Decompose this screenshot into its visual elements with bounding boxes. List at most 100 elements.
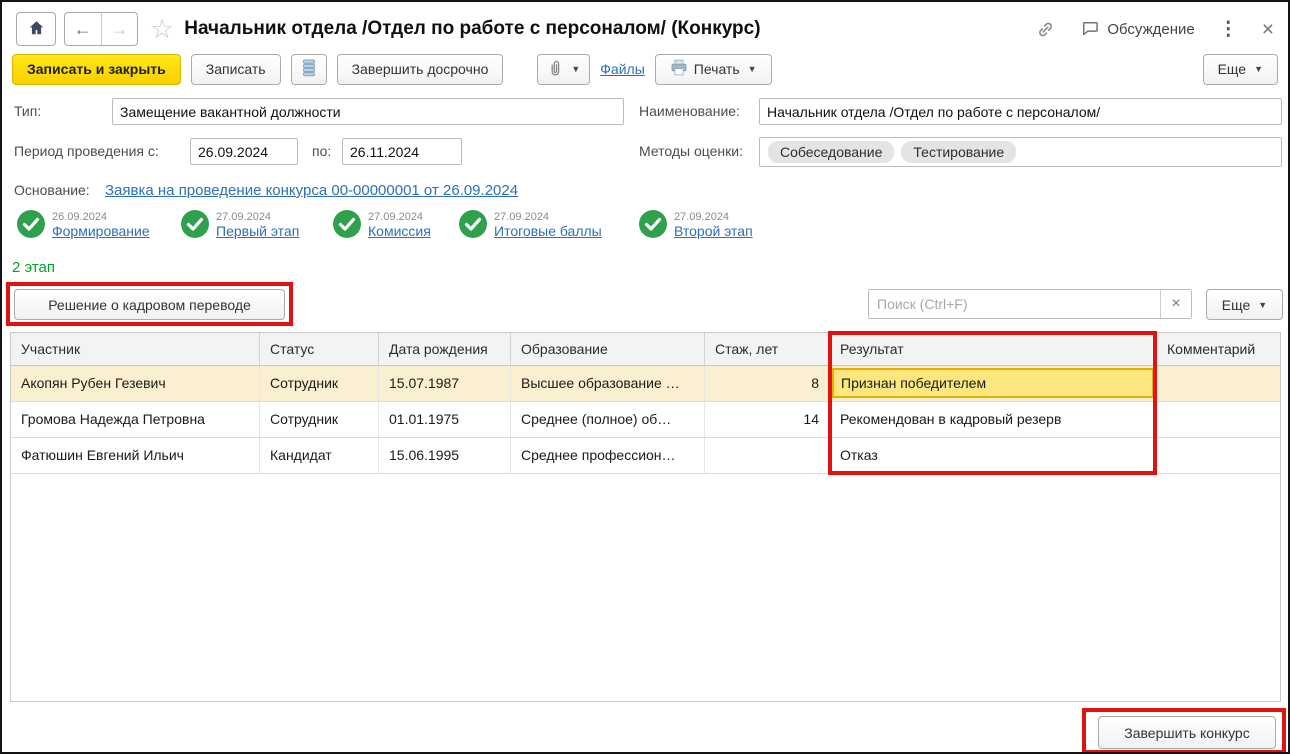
stage-date: 26.09.2024 [52,211,108,223]
cell-birthdate[interactable]: 15.06.1995 [379,438,511,473]
participants-table: Участник Статус Дата рождения Образовани… [10,332,1281,702]
cell-education[interactable]: Высшее образование … [511,366,705,401]
paperclip-icon [547,59,563,80]
cell-result[interactable]: Рекомендован в кадровый резерв [830,402,1157,437]
cell-comment[interactable] [1157,366,1280,401]
stage-check-icon [17,210,45,238]
page-title: Начальник отдела /Отдел по работе с перс… [184,18,761,39]
cell-education[interactable]: Среднее профессион… [511,438,705,473]
printer-icon [670,59,688,79]
stage-link[interactable]: Итоговые баллы [494,223,602,239]
close-icon[interactable]: × [1262,19,1274,40]
name-label: Наименование: [639,103,740,119]
dropdown-arrow-icon: ▼ [571,64,581,74]
column-header-experience[interactable]: Стаж, лет [705,333,830,365]
more-label: Еще [1217,61,1247,77]
result-value-box[interactable]: Признан победителем [832,368,1154,398]
finish-contest-button[interactable]: Завершить конкурс [1098,716,1276,749]
cell-status[interactable]: Сотрудник [260,402,379,437]
cell-participant[interactable]: Громова Надежда Петровна [11,402,260,437]
attachments-button[interactable]: ▼ [537,53,591,85]
table-row[interactable]: Фатюшин Евгений Ильич Кандидат 15.06.199… [11,438,1280,474]
column-header-result[interactable]: Результат [830,333,1157,365]
cell-result[interactable]: Признан победителем [830,366,1157,401]
stage-date: 27.09.2024 [368,211,424,223]
name-field[interactable] [759,98,1282,125]
column-header-status[interactable]: Статус [260,333,379,365]
get-link-icon[interactable] [1035,19,1056,40]
cell-comment[interactable] [1157,402,1280,437]
period-to-field[interactable] [342,138,462,165]
form-toolbar: Записать и закрыть Записать Завершить до… [12,53,1278,85]
stage-check-icon [459,210,487,238]
more-menu-kebab-icon[interactable]: ⋮ [1219,18,1238,41]
home-icon [27,19,46,40]
column-header-education[interactable]: Образование [511,333,705,365]
cell-education[interactable]: Среднее (полное) об… [511,402,705,437]
stage-link[interactable]: Формирование [52,223,150,239]
period-from-field[interactable] [190,138,298,165]
cell-status[interactable]: Сотрудник [260,366,379,401]
app-window: ← → ☆ Начальник отдела /Отдел по работе … [0,0,1290,754]
cell-result[interactable]: Отказ [830,438,1157,473]
print-button[interactable]: Печать ▼ [654,53,772,85]
column-header-participant[interactable]: Участник [11,333,260,365]
type-label: Тип: [14,103,42,119]
period-to-label: по: [312,143,332,159]
print-label: Печать [693,61,740,77]
stage-link[interactable]: Второй этап [674,223,753,239]
toolbar-more-button[interactable]: Еще ▼ [1202,53,1278,85]
evaluation-methods-field[interactable]: Собеседование Тестирование [759,137,1282,167]
search-clear-button[interactable]: × [1160,290,1191,318]
register-records-icon [301,59,317,80]
table-search: × [868,289,1192,319]
stage-item: 27.09.2024 Комиссия [332,207,431,239]
stage-section-title: 2 этап [12,259,56,276]
stage-link[interactable]: Комиссия [368,223,431,239]
back-arrow-icon: ← [73,18,92,39]
discussion-bubble-icon [1080,19,1100,39]
stage-item: 26.09.2024 Формирование [16,207,150,239]
dropdown-arrow-icon: ▼ [747,64,757,74]
table-more-button[interactable]: Еще ▼ [1206,289,1283,320]
method-tag: Тестирование [901,141,1017,163]
save-and-close-button[interactable]: Записать и закрыть [12,53,181,85]
type-field[interactable] [112,98,624,125]
cell-comment[interactable] [1157,438,1280,473]
table-header-row: Участник Статус Дата рождения Образовани… [11,333,1280,366]
cell-experience[interactable] [705,438,830,473]
table-row[interactable]: Акопян Рубен Гезевич Сотрудник 15.07.198… [11,366,1280,402]
basis-link[interactable]: Заявка на проведение конкурса 00-0000000… [105,182,518,199]
forward-button[interactable]: → [102,13,138,45]
cell-status[interactable]: Кандидат [260,438,379,473]
files-link[interactable]: Файлы [600,61,644,77]
cell-experience[interactable]: 8 [705,366,830,401]
home-button[interactable] [16,12,56,46]
forward-arrow-icon: → [110,18,129,39]
cell-participant[interactable]: Фатюшин Евгений Ильич [11,438,260,473]
column-header-birthdate[interactable]: Дата рождения [379,333,511,365]
cell-participant[interactable]: Акопян Рубен Гезевич [11,366,260,401]
favorite-star-icon[interactable]: ☆ [150,15,174,43]
save-button[interactable]: Записать [190,53,281,85]
period-label: Период проведения с: [14,143,159,159]
table-row[interactable]: Громова Надежда Петровна Сотрудник 01.01… [11,402,1280,438]
dropdown-arrow-icon: ▼ [1258,299,1268,310]
stage-link[interactable]: Первый этап [216,223,299,239]
finish-early-button[interactable]: Завершить досрочно [336,53,504,85]
discussion-button[interactable]: Обсуждение [1080,19,1195,39]
search-input[interactable] [869,290,1160,318]
column-header-comment[interactable]: Комментарий [1157,333,1280,365]
cell-birthdate[interactable]: 15.07.1987 [379,366,511,401]
stage-item: 27.09.2024 Первый этап [180,207,299,239]
document-movements-button[interactable] [290,53,327,85]
title-bar: ← → ☆ Начальник отдела /Отдел по работе … [16,8,1274,50]
title-actions: Обсуждение ⋮ × [1035,18,1274,41]
cell-birthdate[interactable]: 01.01.1975 [379,402,511,437]
back-button[interactable]: ← [65,13,102,45]
stage-item: 27.09.2024 Второй этап [638,207,753,239]
cell-experience[interactable]: 14 [705,402,830,437]
personnel-transfer-decision-button[interactable]: Решение о кадровом переводе [14,289,285,320]
stage-check-icon [333,210,361,238]
more-label: Еще [1221,296,1251,313]
